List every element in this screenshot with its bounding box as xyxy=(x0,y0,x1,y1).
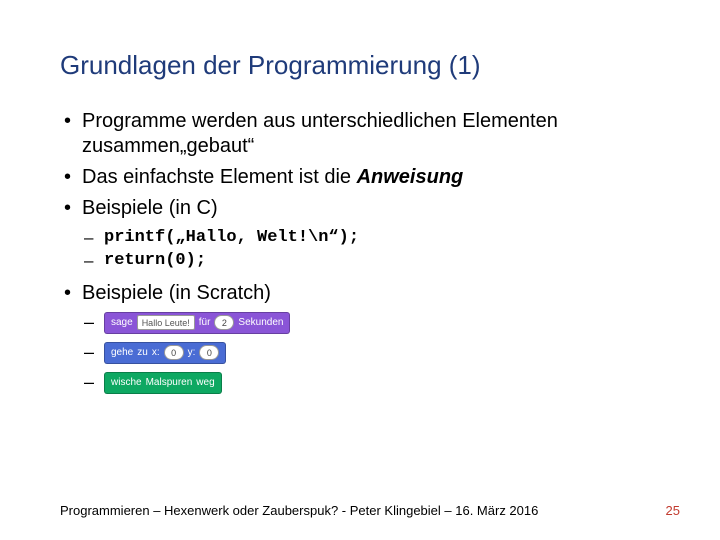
clear-wische: wische xyxy=(111,377,142,388)
page-number: 25 xyxy=(666,503,680,518)
scratch-item-1: sage Hallo Leute! für 2 Sekunden xyxy=(60,312,660,334)
bullet-1: Programme werden aus unterschiedlichen E… xyxy=(60,109,660,159)
bullet-3: Beispiele (in C) xyxy=(60,196,660,221)
say-for-label: für xyxy=(199,317,211,328)
footer-text: Programmieren – Hexenwerk oder Zauberspu… xyxy=(60,503,538,518)
scratch-block-goto: gehe zu x: 0 y: 0 xyxy=(104,342,226,364)
scratch-item-3: wische Malspuren weg xyxy=(60,372,660,394)
say-text-input: Hallo Leute! xyxy=(137,315,195,330)
code-list: printf(„Hallo, Welt!\n“); return(0); xyxy=(60,227,660,273)
code-line-1: printf(„Hallo, Welt!\n“); xyxy=(60,227,660,250)
goto-y-label: y: xyxy=(188,347,196,358)
goto-zu: zu xyxy=(137,347,148,358)
clear-malspuren: Malspuren xyxy=(146,377,193,388)
bullet-2: Das einfachste Element ist die Anweisung xyxy=(60,165,660,190)
bullet-2-pre: Das einfachste Element ist die xyxy=(82,166,357,188)
scratch-block-say: sage Hallo Leute! für 2 Sekunden xyxy=(104,312,290,334)
goto-x-label: x: xyxy=(152,347,160,358)
say-seconds-label: Sekunden xyxy=(238,317,283,328)
scratch-list: sage Hallo Leute! für 2 Sekunden gehe zu… xyxy=(60,312,660,394)
footer: Programmieren – Hexenwerk oder Zauberspu… xyxy=(60,503,680,518)
slide-title: Grundlagen der Programmierung (1) xyxy=(60,50,660,81)
code-line-2: return(0); xyxy=(60,250,660,273)
bullet-list-2: Beispiele (in Scratch) xyxy=(60,281,660,306)
bullet-4: Beispiele (in Scratch) xyxy=(60,281,660,306)
bullet-list: Programme werden aus unterschiedlichen E… xyxy=(60,109,660,221)
clear-weg: weg xyxy=(196,377,214,388)
goto-gehe: gehe xyxy=(111,347,133,358)
bullet-2-emph: Anweisung xyxy=(357,166,464,188)
say-duration-input: 2 xyxy=(214,315,234,330)
scratch-item-2: gehe zu x: 0 y: 0 xyxy=(60,342,660,364)
goto-y-input: 0 xyxy=(199,345,219,360)
scratch-block-clear: wische Malspuren weg xyxy=(104,372,222,394)
say-label: sage xyxy=(111,317,133,328)
goto-x-input: 0 xyxy=(164,345,184,360)
